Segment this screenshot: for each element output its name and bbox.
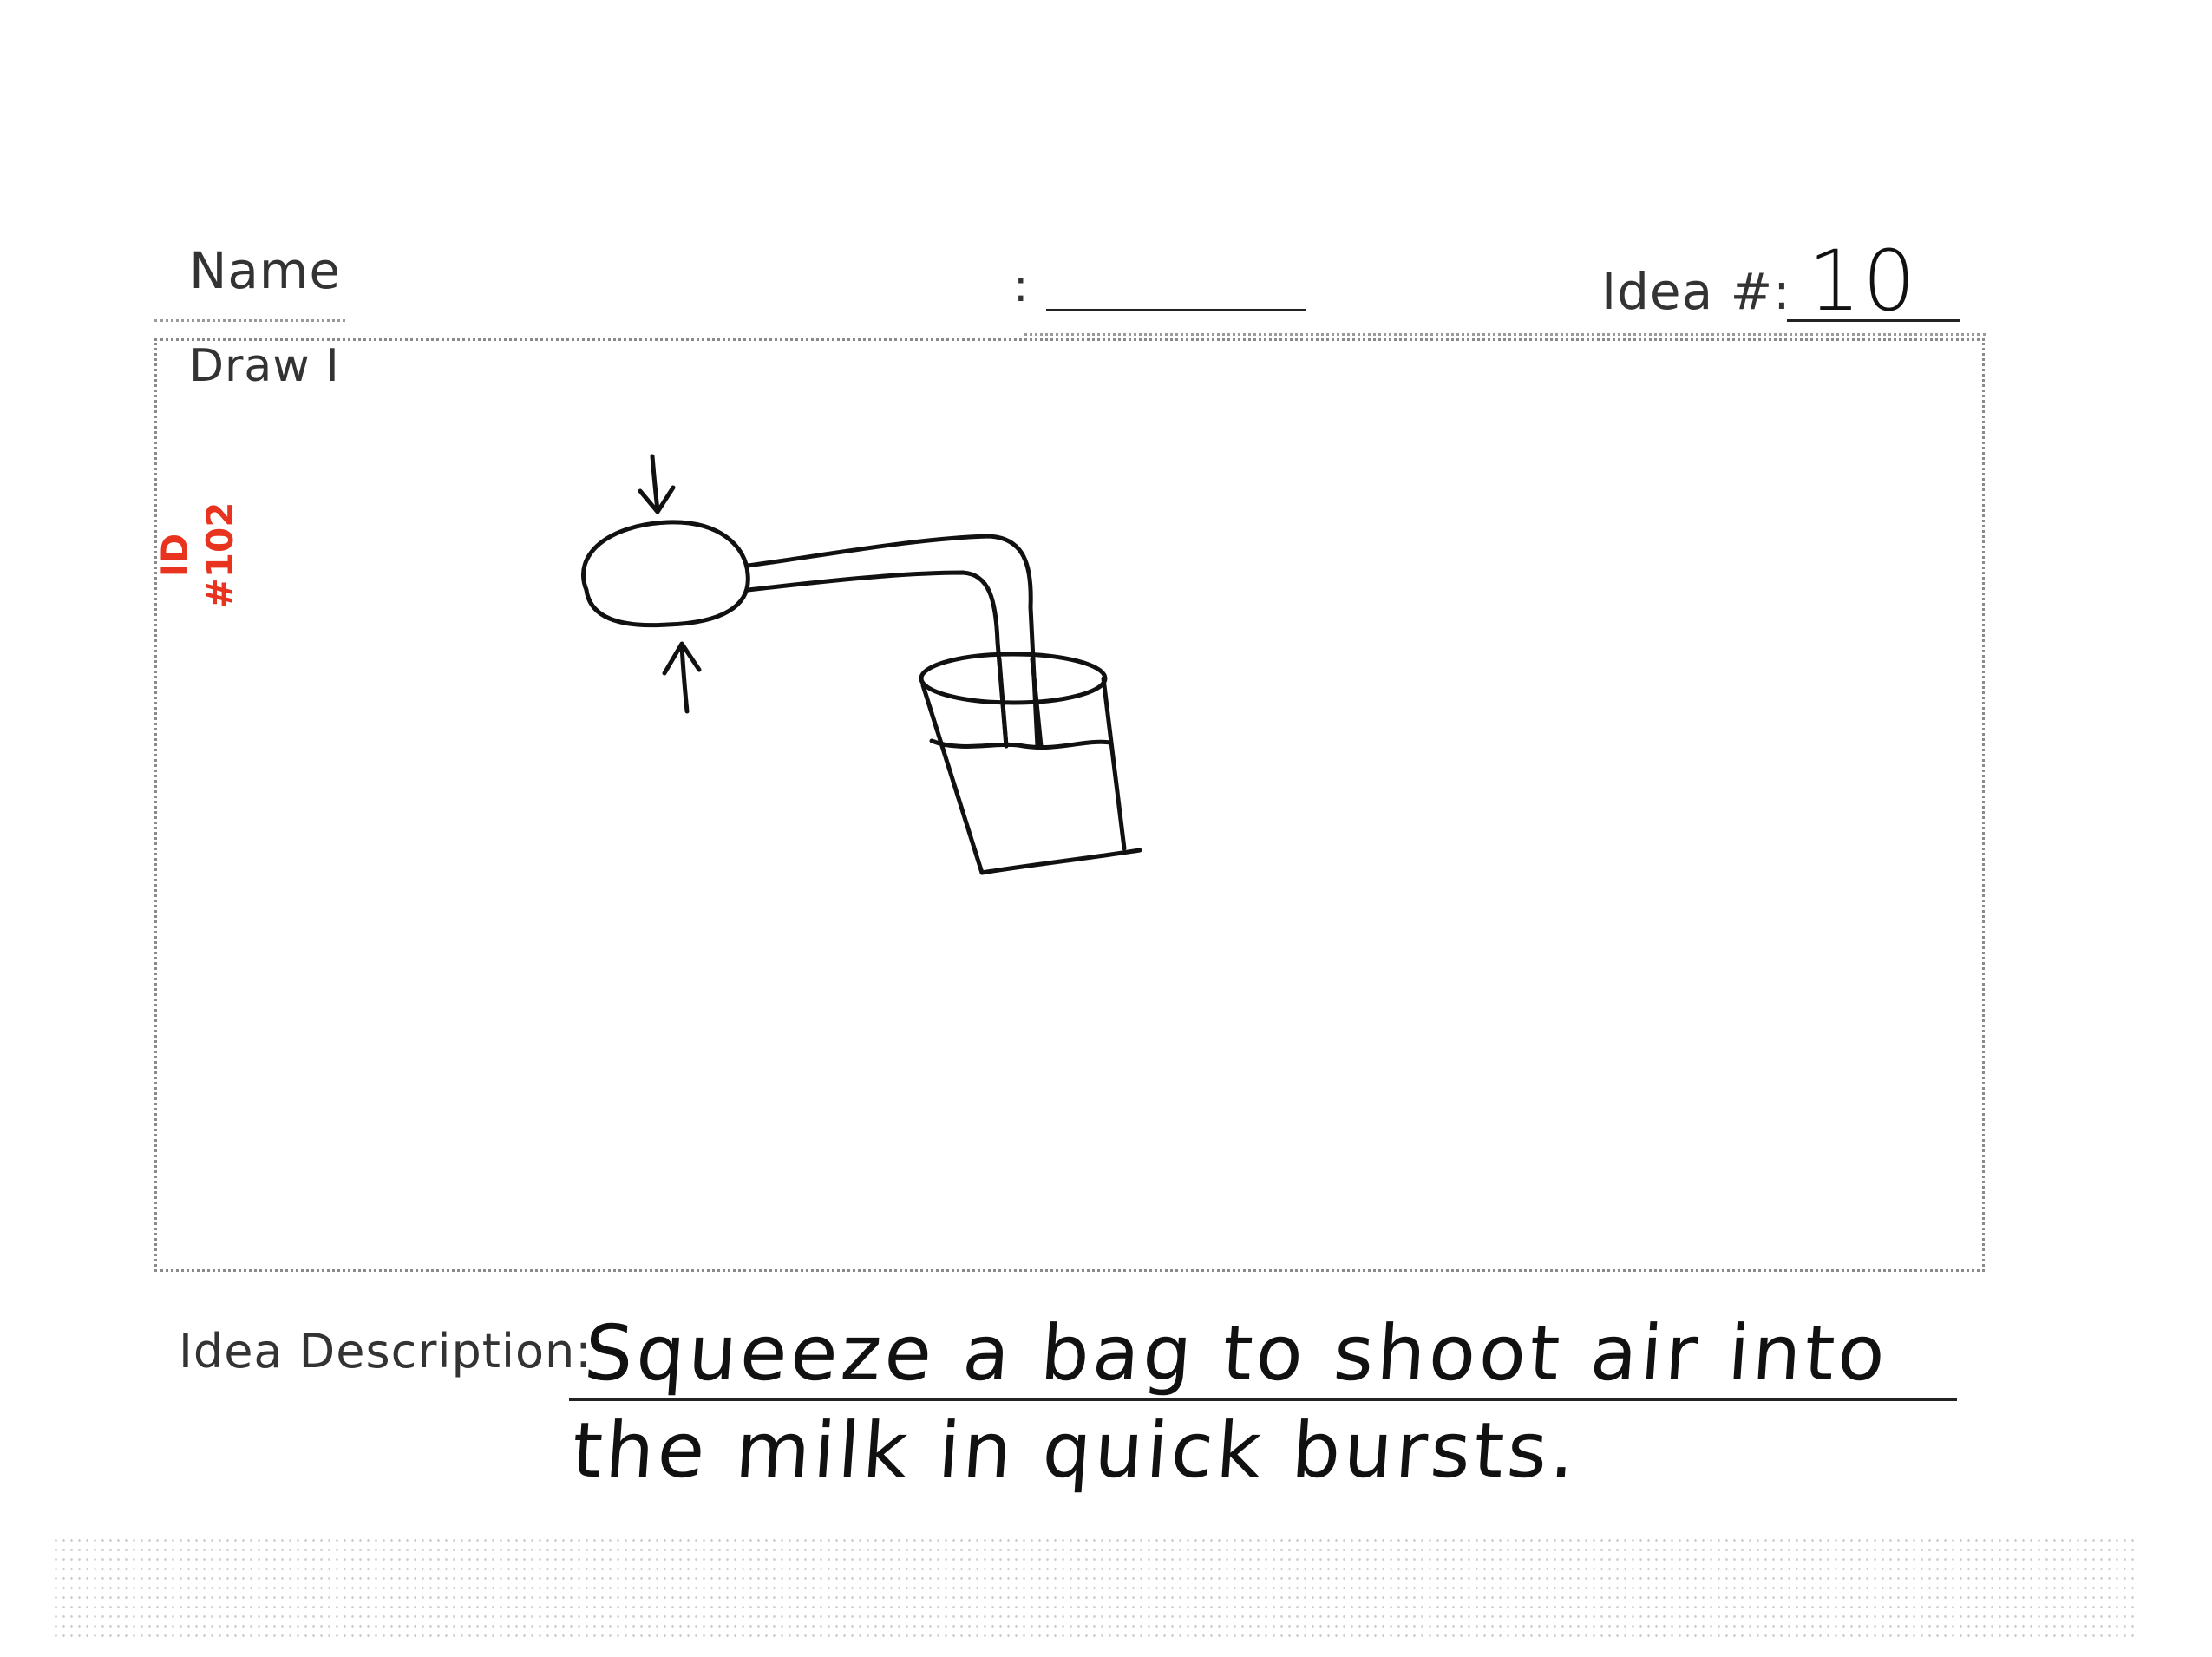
squeeze-bag-icon [581, 520, 750, 628]
straw-tube-icon [745, 534, 1044, 749]
press-arrow-icon [638, 454, 676, 514]
idea-description-label: Idea Description: [179, 1324, 592, 1379]
milk-glass-icon [919, 652, 1142, 875]
scan-noise [52, 1536, 2134, 1640]
press-arrow-icon [662, 641, 702, 714]
idea-description-line-1: Squeeze a bag to shoot air into [581, 1308, 1892, 1398]
idea-description-line-2: the milk in quick bursts. [569, 1405, 1582, 1495]
description-line [569, 1398, 1957, 1401]
